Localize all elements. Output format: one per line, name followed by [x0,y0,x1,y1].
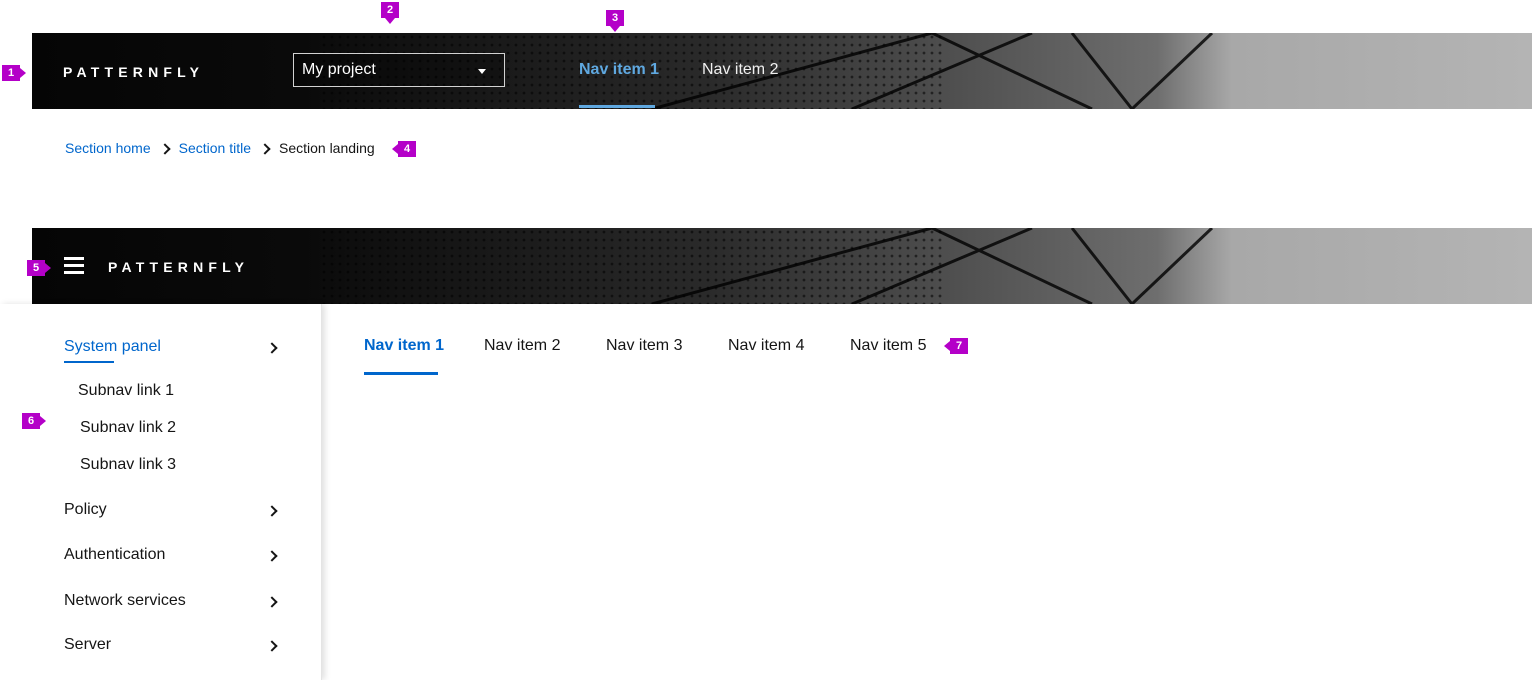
sidebar-item-label: Network services [64,592,186,609]
chevron-right-icon [158,142,171,155]
project-select-value: My project [302,61,376,78]
annotation-marker-5: 5 [27,260,51,276]
second-masthead: PATTERNFLY [32,228,1532,304]
brand-logo[interactable]: PATTERNFLY [63,64,204,80]
chevron-right-icon [266,342,278,354]
chevron-right-icon [266,640,278,652]
tab-nav-item-3[interactable]: Nav item 3 [606,337,682,355]
top-nav-item-1[interactable]: Nav item 1 [579,61,659,79]
caret-down-icon [478,69,486,74]
sidebar-item-policy[interactable]: Policy [64,501,280,519]
sidebar-item-authentication[interactable]: Authentication [64,546,280,564]
sidebar-item-label: System panel [64,338,161,355]
top-nav-item-2[interactable]: Nav item 2 [702,61,778,79]
breadcrumb-link-section-title[interactable]: Section title [179,140,251,156]
brand-logo[interactable]: PATTERNFLY [108,259,249,275]
sidebar-item-system-panel[interactable]: System panel [64,338,280,356]
project-select[interactable]: My project [293,53,505,87]
masthead-background-image [32,228,1532,304]
annotation-marker-6: 6 [22,413,46,429]
top-masthead: PATTERNFLY My project Nav item 1 Nav ite… [32,33,1532,109]
chevron-right-icon [266,596,278,608]
sidebar-item-server[interactable]: Server [64,636,280,654]
annotation-marker-7: 7 [944,338,968,354]
annotation-marker-4: 4 [392,141,416,157]
tab-nav-item-5[interactable]: Nav item 5 [850,337,926,355]
sidebar-item-label: Authentication [64,546,166,563]
annotation-marker-3: 3 [606,10,624,32]
subnav-link-3[interactable]: Subnav link 3 [80,456,176,474]
active-tab-indicator [364,372,438,375]
subnav-link-2[interactable]: Subnav link 2 [80,419,176,437]
chevron-right-icon [266,505,278,517]
chevron-right-icon [266,550,278,562]
breadcrumb: Section home Section title Section landi… [65,140,375,156]
masthead-background-image [32,33,1532,109]
tab-nav-item-4[interactable]: Nav item 4 [728,337,804,355]
chevron-right-icon [259,142,271,155]
active-nav-indicator [579,105,655,108]
annotation-marker-1: 1 [2,65,26,81]
sidebar-active-indicator [64,361,114,363]
tab-nav-item-2[interactable]: Nav item 2 [484,337,560,355]
annotation-marker-2: 2 [381,2,399,24]
subnav-link-1[interactable]: Subnav link 1 [78,382,174,400]
breadcrumb-link-section-home[interactable]: Section home [65,140,151,156]
sidebar-item-label: Policy [64,501,107,518]
tab-nav-item-1[interactable]: Nav item 1 [364,337,444,355]
hamburger-icon[interactable] [64,255,84,275]
sidebar-item-network-services[interactable]: Network services [64,592,280,610]
sidebar-item-label: Server [64,636,112,653]
sidebar [0,304,322,680]
breadcrumb-current: Section landing [278,140,375,156]
